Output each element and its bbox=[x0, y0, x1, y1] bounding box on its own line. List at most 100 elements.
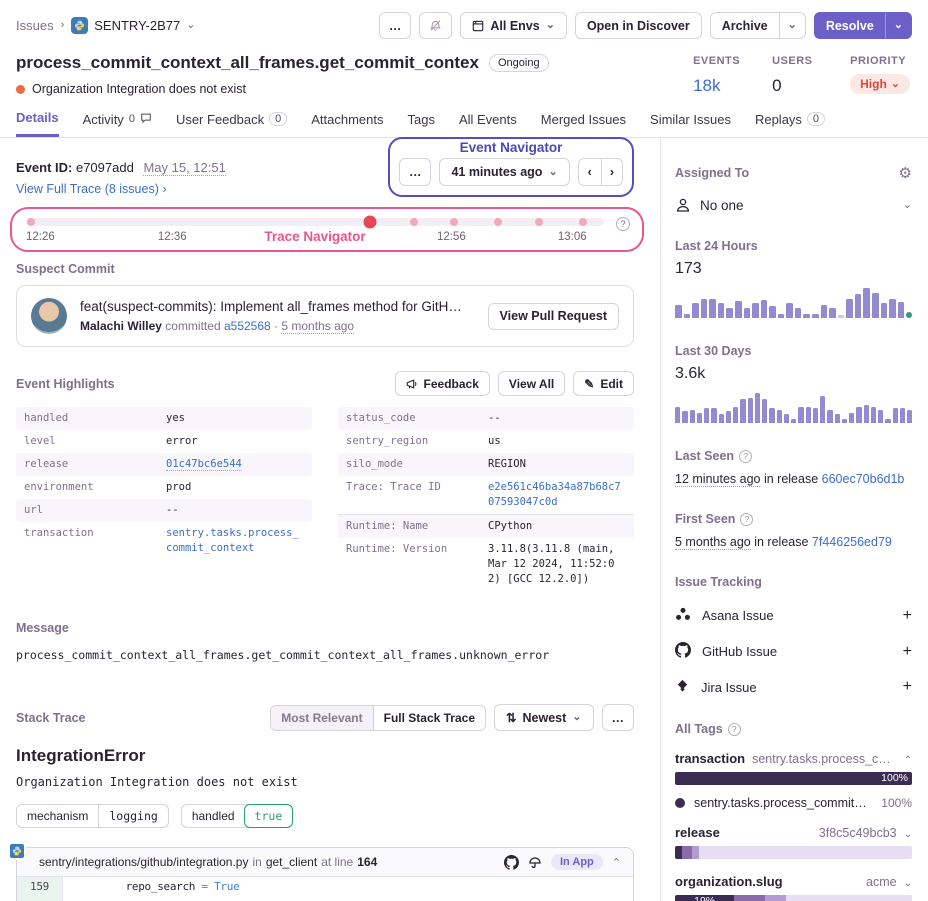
breadcrumb-project[interactable]: SENTRY-2B77 ⌄ bbox=[71, 17, 195, 34]
tracking-item-github[interactable]: GitHub Issue+ bbox=[675, 642, 912, 661]
last-24h-chart bbox=[675, 288, 912, 318]
tag-key: transaction bbox=[675, 751, 745, 766]
highlight-value[interactable]: sentry.tasks.process_commit_context bbox=[166, 526, 304, 556]
first-seen-heading: First Seen bbox=[675, 512, 735, 526]
last-24h-count: 173 bbox=[675, 260, 912, 278]
tab-merged-issues[interactable]: Merged Issues bbox=[541, 110, 626, 137]
tab-details[interactable]: Details bbox=[16, 110, 59, 137]
sort-newest-dropdown[interactable]: ⇅ Newest⌄ bbox=[494, 704, 593, 731]
archive-button[interactable]: Archive bbox=[710, 12, 779, 39]
last-seen-release-link[interactable]: 660ec70b6d1b bbox=[822, 472, 905, 486]
highlight-row: sentry_regionus bbox=[338, 430, 634, 453]
github-icon[interactable] bbox=[504, 855, 519, 870]
tab-all-events[interactable]: All Events bbox=[459, 110, 517, 137]
tab-label: Attachments bbox=[311, 112, 383, 127]
assignee-selector[interactable]: No one ⌄ bbox=[675, 197, 912, 213]
chip-key: mechanism bbox=[17, 805, 98, 827]
tag-header[interactable]: release3f8c5c49bcb3⌄ bbox=[675, 825, 912, 840]
view-full-trace-link[interactable]: View Full Trace (8 issues) › bbox=[16, 182, 167, 196]
code-line[interactable]: 160 codeowners_locations = ["CODEOWNERS"… bbox=[17, 896, 633, 901]
feedback-button[interactable]: Feedback bbox=[395, 371, 490, 396]
event-id-block: Event ID: e7097add May 15, 12:51 View Fu… bbox=[16, 160, 226, 197]
commit-sha-link[interactable]: a552568 bbox=[224, 319, 271, 333]
trace-event-dot[interactable] bbox=[450, 218, 458, 226]
chevron-icon[interactable]: ⌄ bbox=[904, 829, 912, 840]
resolve-button[interactable]: Resolve bbox=[814, 12, 885, 39]
tag-header[interactable]: transactionsentry.tasks.process_com…⌃ bbox=[675, 751, 912, 766]
trace-event-dot[interactable] bbox=[579, 218, 587, 226]
highlight-value[interactable]: 01c47bc6e544 bbox=[166, 457, 304, 472]
prev-event-button[interactable]: ‹ bbox=[578, 158, 601, 186]
tab-activity[interactable]: Activity0 bbox=[83, 110, 152, 137]
tab-user-feedback[interactable]: User Feedback0 bbox=[176, 110, 287, 137]
event-age-dropdown[interactable]: 41 minutes ago⌄ bbox=[439, 158, 569, 186]
current-event-dot[interactable] bbox=[363, 216, 376, 229]
open-in-discover-button[interactable]: Open in Discover bbox=[575, 12, 702, 39]
tag-header[interactable]: organization.slugacme⌄ bbox=[675, 874, 912, 889]
trace-event-dot[interactable] bbox=[410, 218, 418, 226]
chart-bar bbox=[718, 303, 725, 318]
trace-event-dot[interactable] bbox=[27, 218, 35, 226]
window-icon bbox=[472, 20, 484, 32]
tab-similar-issues[interactable]: Similar Issues bbox=[650, 110, 731, 137]
highlight-key: sentry_region bbox=[346, 434, 488, 449]
toggle-most-relevant[interactable]: Most Relevant bbox=[271, 706, 372, 730]
trace-navigator-label: Trace Navigator bbox=[264, 229, 365, 244]
collapse-frame-icon[interactable]: ⌃ bbox=[612, 856, 621, 869]
tab-label: All Events bbox=[459, 112, 517, 127]
events-count[interactable]: 18k bbox=[693, 76, 740, 96]
tracking-item-jira[interactable]: Jira Issue+ bbox=[675, 678, 912, 696]
last-30d-count: 3.6k bbox=[675, 365, 912, 383]
chart-bar bbox=[842, 419, 847, 424]
trace-event-dot[interactable] bbox=[535, 218, 543, 226]
chevron-icon[interactable]: ⌃ bbox=[904, 755, 912, 766]
chevron-icon[interactable]: ⌄ bbox=[904, 878, 912, 889]
tracking-item-asana[interactable]: Asana Issue+ bbox=[675, 606, 912, 625]
tab-tags[interactable]: Tags bbox=[407, 110, 434, 137]
python-project-icon bbox=[71, 17, 88, 34]
resolve-dropdown-button[interactable]: ⌄ bbox=[885, 12, 912, 39]
mute-bell-button[interactable] bbox=[419, 12, 452, 39]
breadcrumb-issues-link[interactable]: Issues bbox=[16, 18, 54, 33]
stack-trace-more-button[interactable]: … bbox=[602, 704, 635, 731]
chart-bar bbox=[898, 302, 905, 319]
chart-bar bbox=[812, 314, 819, 318]
edit-button[interactable]: ✎ Edit bbox=[573, 371, 634, 396]
highlight-key: level bbox=[24, 434, 166, 449]
chart-bar bbox=[791, 419, 796, 424]
next-event-button[interactable]: › bbox=[601, 158, 623, 186]
chart-bar bbox=[855, 294, 862, 318]
priority-badge[interactable]: High⌄ bbox=[850, 74, 910, 94]
add-jira-issue-button[interactable]: + bbox=[903, 678, 912, 696]
archive-dropdown-button[interactable]: ⌄ bbox=[779, 12, 806, 39]
gear-icon[interactable]: ⚙ bbox=[899, 164, 912, 182]
tab-attachments[interactable]: Attachments bbox=[311, 110, 383, 137]
all-envs-button[interactable]: All Envs⌄ bbox=[460, 12, 567, 39]
view-all-button[interactable]: View All bbox=[498, 371, 565, 396]
event-more-button[interactable]: … bbox=[399, 158, 432, 186]
add-asana-issue-button[interactable]: + bbox=[903, 607, 912, 625]
issue-tabs: Details Activity0 User Feedback0 Attachment… bbox=[0, 96, 928, 138]
frame-header[interactable]: sentry/integrations/github/integration.p… bbox=[17, 848, 633, 877]
help-icon[interactable]: ? bbox=[616, 217, 630, 231]
error-level-dot bbox=[16, 85, 25, 94]
code-line[interactable]: 159 repo_search = True bbox=[17, 877, 633, 896]
tab-replays[interactable]: Replays0 bbox=[755, 110, 825, 137]
sort-arrows-icon: ⇅ bbox=[506, 710, 516, 725]
tag-top-value: 3f8c5c49bcb3 bbox=[727, 826, 897, 840]
chart-bar bbox=[675, 305, 682, 319]
trace-event-dot[interactable] bbox=[494, 218, 502, 226]
users-count[interactable]: 0 bbox=[772, 76, 818, 96]
highlight-value[interactable]: e2e561c46ba34a87b68c707593047c0d bbox=[488, 480, 626, 510]
toggle-full-stack-trace[interactable]: Full Stack Trace bbox=[373, 706, 485, 730]
more-actions-button[interactable]: … bbox=[379, 12, 412, 39]
code-text: repo_search = True bbox=[63, 877, 633, 896]
assignee-value: No one bbox=[700, 198, 744, 213]
first-seen-release-link[interactable]: 7f446256ed79 bbox=[812, 535, 892, 549]
tag-value-dot bbox=[675, 798, 685, 808]
add-github-issue-button[interactable]: + bbox=[903, 643, 912, 661]
view-pull-request-button[interactable]: View Pull Request bbox=[488, 303, 619, 330]
line-number: 160 bbox=[17, 896, 63, 901]
suspect-commit-hat-icon[interactable] bbox=[528, 855, 542, 869]
trace-timeline[interactable] bbox=[26, 218, 604, 226]
